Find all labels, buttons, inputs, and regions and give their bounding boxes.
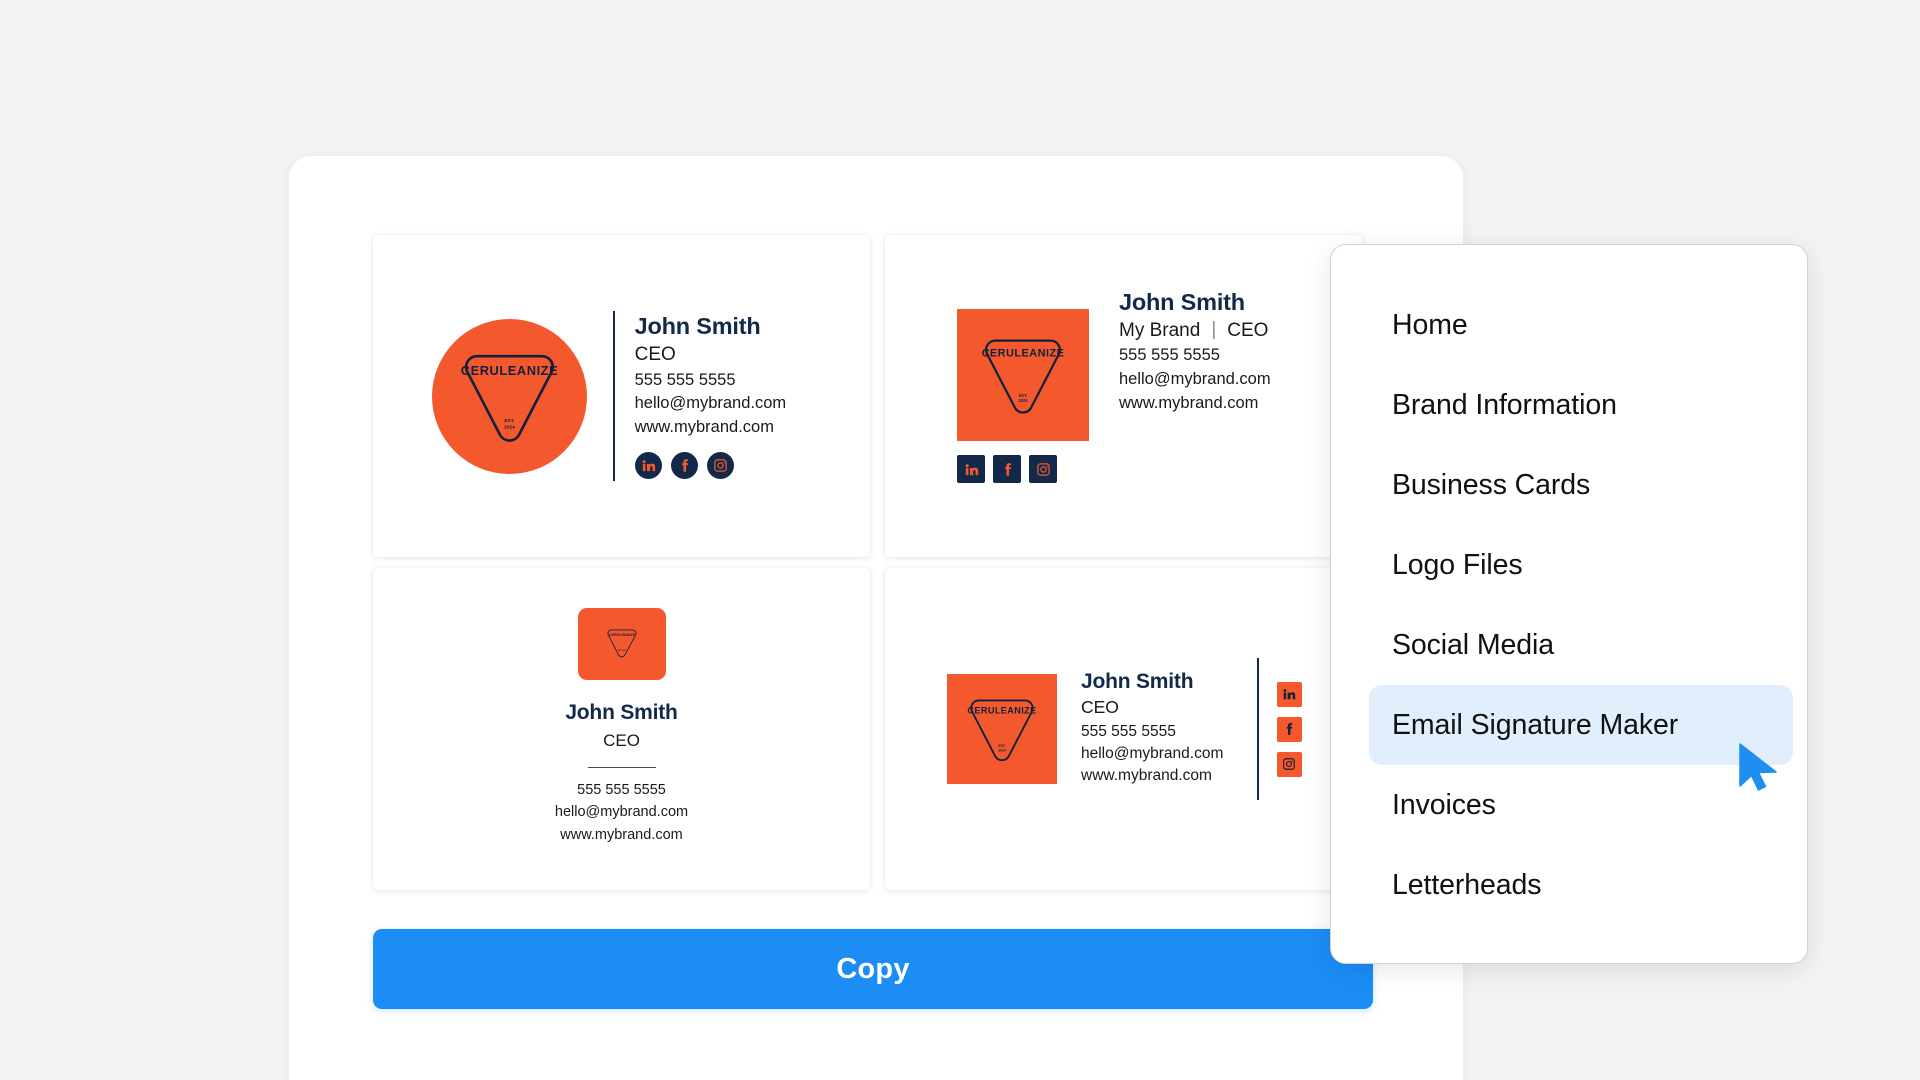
menu-item-logo-files[interactable]: Logo Files	[1331, 525, 1807, 605]
contact-website: www.mybrand.com	[1119, 393, 1259, 412]
svg-text:2024: 2024	[998, 749, 1006, 753]
svg-text:CERULEANIZE: CERULEANIZE	[608, 634, 635, 638]
app-screen: CERULEANIZE EST. 2024 John Smith CEO 555…	[0, 0, 1920, 1080]
contact-role: CEO	[603, 731, 640, 751]
brand-logo-circle-icon: CERULEANIZE EST. 2024	[432, 318, 587, 474]
contact-company: My Brand	[1119, 319, 1201, 341]
card4-vertical-divider	[1257, 658, 1259, 800]
contact-phone: 555 555 5555	[1081, 722, 1176, 740]
signature-card-grid: CERULEANIZE EST. 2024 John Smith CEO 555…	[373, 235, 1363, 890]
contact-name: John Smith	[1119, 289, 1245, 315]
instagram-icon[interactable]	[706, 451, 734, 479]
facebook-icon[interactable]	[670, 451, 698, 479]
meta-separator: |	[1211, 319, 1217, 341]
contact-role: CEO	[1227, 319, 1269, 341]
contact-website: www.mybrand.com	[1081, 767, 1212, 785]
contact-website: www.mybrand.com	[634, 418, 774, 436]
social-links	[1276, 658, 1302, 800]
card3-divider	[587, 766, 656, 769]
facebook-icon[interactable]	[1276, 716, 1302, 742]
contact-name: John Smith	[1081, 670, 1194, 694]
contact-email: hello@mybrand.com	[1081, 744, 1224, 762]
contact-role: CEO	[1081, 697, 1119, 718]
svg-text:EST. 2024: EST. 2024	[618, 649, 626, 652]
svg-text:EST.: EST.	[1019, 393, 1028, 398]
brand-logo-rounded-icon: CERULEANIZE EST. 2024	[577, 608, 666, 681]
brand-logo-square-icon: CERULEANIZE EST. 2024	[957, 309, 1089, 441]
linkedin-icon[interactable]	[1276, 681, 1302, 707]
contact-name: John Smith	[565, 701, 678, 725]
linkedin-icon[interactable]	[634, 451, 662, 479]
signature-card-vertical-social[interactable]: CERULEANIZE EST. 2024 John Smith CEO 555…	[885, 568, 1363, 890]
svg-text:CERULEANIZE: CERULEANIZE	[982, 348, 1065, 360]
menu-item-business-cards[interactable]: Business Cards	[1331, 445, 1807, 525]
contact-role: CEO	[634, 343, 676, 365]
menu-item-home[interactable]: Home	[1331, 285, 1807, 365]
signature-card-circle-logo[interactable]: CERULEANIZE EST. 2024 John Smith CEO 555…	[373, 235, 870, 557]
facebook-icon[interactable]	[993, 455, 1021, 483]
menu-item-letterheads[interactable]: Letterheads	[1331, 845, 1807, 925]
signature-card-square-logo[interactable]: CERULEANIZE EST. 2024 John Smith My Bran…	[885, 235, 1363, 557]
svg-text:CERULEANIZE: CERULEANIZE	[967, 706, 1036, 716]
contact-email: hello@mybrand.com	[554, 804, 689, 821]
contact-email: hello@mybrand.com	[634, 394, 787, 413]
signature-preview-panel: CERULEANIZE EST. 2024 John Smith CEO 555…	[289, 156, 1463, 1080]
svg-text:EST.: EST.	[504, 418, 514, 424]
contact-phone: 555 555 5555	[1119, 346, 1220, 365]
contact-email: hello@mybrand.com	[1119, 370, 1271, 389]
contact-phone: 555 555 5555	[577, 782, 666, 799]
menu-item-brand-information[interactable]: Brand Information	[1331, 365, 1807, 445]
menu-list: Home Brand Information Business Cards Lo…	[1331, 285, 1807, 925]
contact-phone: 555 555 5555	[634, 370, 736, 389]
copy-button[interactable]: Copy	[373, 929, 1373, 1009]
contact-name: John Smith	[634, 313, 761, 340]
signature-card-centered[interactable]: CERULEANIZE EST. 2024 John Smith CEO 555…	[373, 568, 870, 890]
brand-logo-square-icon: CERULEANIZE EST. 2024	[947, 674, 1057, 784]
menu-item-invoices[interactable]: Invoices	[1331, 765, 1807, 845]
instagram-icon[interactable]	[1029, 455, 1057, 483]
contact-website: www.mybrand.com	[560, 826, 683, 843]
logo-wordmark: CERULEANIZE	[461, 362, 558, 377]
svg-text:2024: 2024	[1018, 398, 1028, 403]
linkedin-icon[interactable]	[957, 455, 985, 483]
menu-item-email-signature-maker[interactable]: Email Signature Maker	[1369, 685, 1793, 765]
social-links	[957, 455, 1089, 483]
menu-item-social-media[interactable]: Social Media	[1331, 605, 1807, 685]
instagram-icon[interactable]	[1276, 751, 1302, 777]
social-links	[634, 451, 787, 479]
svg-text:2024: 2024	[504, 424, 515, 430]
navigation-dropdown-menu: Home Brand Information Business Cards Lo…	[1330, 244, 1808, 964]
